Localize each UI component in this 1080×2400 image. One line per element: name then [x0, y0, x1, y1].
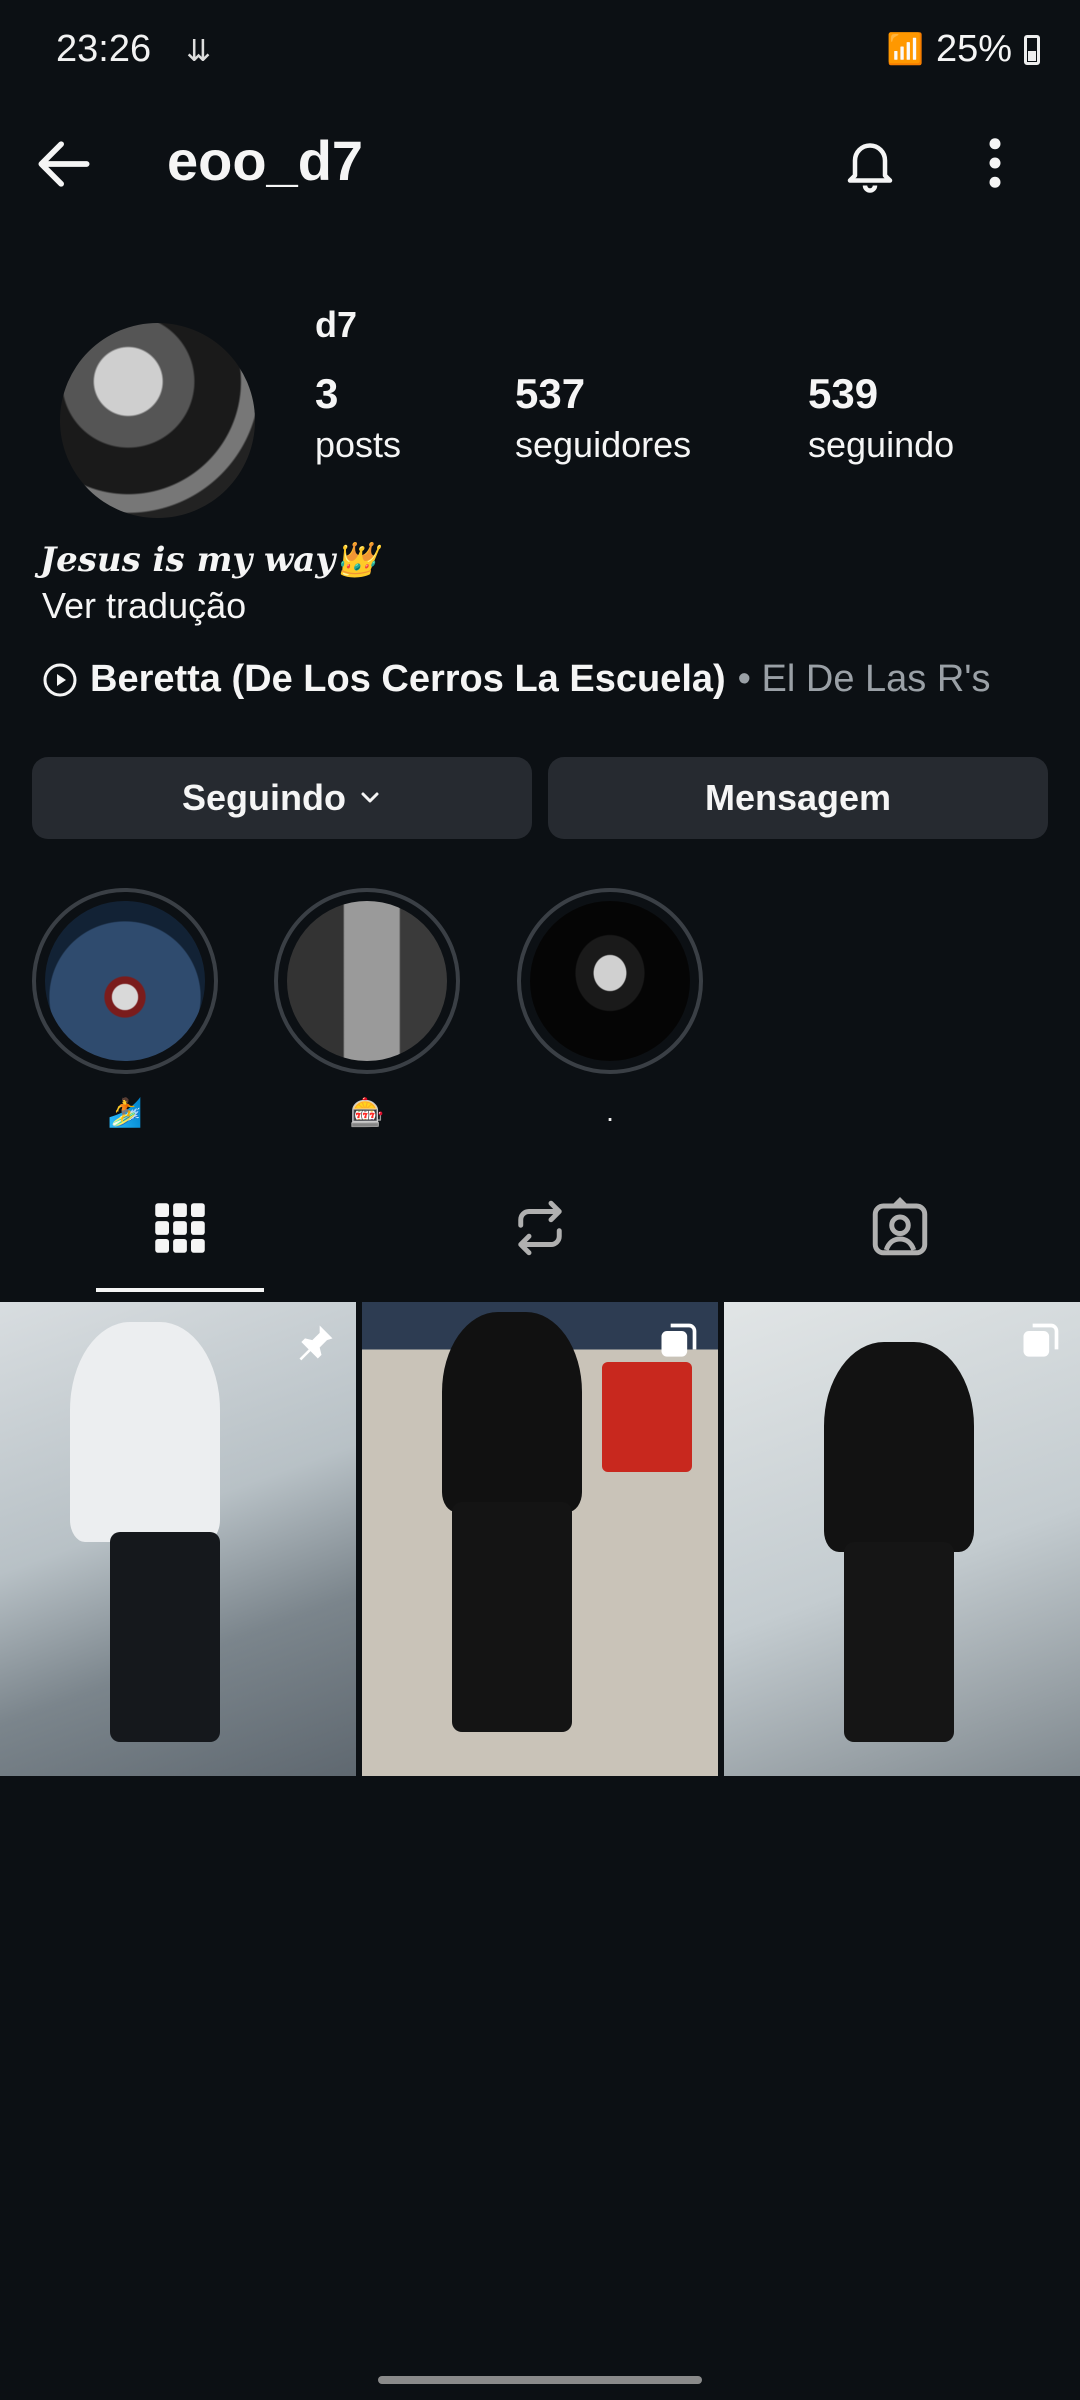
active-tab-indicator	[96, 1288, 264, 1292]
post-figure	[442, 1312, 582, 1512]
highlight-cover	[45, 901, 205, 1061]
chevron-down-icon	[361, 792, 379, 803]
reposts-icon[interactable]	[507, 1195, 573, 1261]
battery-icon	[1024, 34, 1040, 65]
story-highlight[interactable]: 🏄	[30, 888, 220, 1132]
post-thumbnail[interactable]	[0, 1302, 356, 1776]
back-arrow-icon[interactable]	[30, 130, 98, 198]
stat-label: seguindo	[808, 424, 955, 465]
stat-posts[interactable]: 3 posts	[315, 370, 401, 466]
stat-value: 539	[808, 370, 879, 417]
message-label: Mensagem	[704, 777, 892, 818]
story-highlight[interactable]: .	[515, 888, 705, 1132]
display-name: d7	[315, 304, 358, 345]
battery-percentage: 25%	[935, 28, 1012, 70]
highlight-caption: 🏄	[107, 1097, 143, 1128]
see-translation-link[interactable]: Ver tradução	[42, 585, 246, 627]
profile-bio: Jesus is my way👑	[40, 540, 378, 580]
play-icon	[43, 663, 77, 696]
highlight-ring	[274, 888, 460, 1074]
carousel-icon	[661, 1323, 697, 1357]
pin-icon	[299, 1325, 333, 1361]
highlight-cover	[530, 901, 690, 1061]
notification-bell-icon[interactable]	[840, 130, 900, 196]
post-thumbnail[interactable]	[724, 1302, 1080, 1776]
stat-label: posts	[315, 424, 402, 465]
highlight-ring	[32, 888, 218, 1074]
profile-avatar[interactable]	[60, 323, 255, 518]
grid-icon[interactable]	[147, 1195, 213, 1261]
carousel-icon	[1023, 1323, 1059, 1357]
tagged-icon[interactable]	[867, 1195, 933, 1261]
stat-value: 3	[315, 370, 339, 417]
music-artist: • El De Las R's	[737, 658, 991, 700]
stat-followers[interactable]: 537 seguidores	[515, 370, 691, 466]
following-button[interactable]: Seguindo	[32, 757, 532, 839]
profile-username: eoo_d7	[167, 129, 364, 192]
status-right: 📶 25%	[887, 28, 1040, 71]
highlight-caption: 🎰	[349, 1097, 385, 1128]
message-button[interactable]: Mensagem	[548, 757, 1048, 839]
stat-value: 537	[515, 370, 586, 417]
profile-music[interactable]: Beretta (De Los Cerros La Escuela) • El …	[42, 658, 991, 701]
post-figure	[452, 1502, 572, 1732]
post-thumbnail[interactable]	[362, 1302, 718, 1776]
download-indicator-icon: ⇊	[186, 35, 211, 68]
post-figure	[110, 1532, 220, 1742]
post-figure	[824, 1342, 974, 1552]
wifi-icon: 📶	[886, 33, 924, 66]
status-time: 23:26	[56, 28, 152, 70]
highlight-ring	[517, 888, 703, 1074]
highlight-caption: .	[606, 1096, 614, 1127]
following-label: Seguindo	[182, 777, 346, 818]
highlight-cover	[287, 901, 447, 1061]
post-figure	[70, 1322, 220, 1542]
music-song: Beretta (De Los Cerros La Escuela)	[90, 658, 726, 700]
shoebox	[602, 1362, 692, 1472]
more-options-icon[interactable]	[980, 130, 1010, 196]
stat-label: seguidores	[515, 424, 692, 465]
home-gesture-bar[interactable]	[378, 2376, 702, 2384]
story-highlight[interactable]: 🎰	[272, 888, 462, 1132]
post-figure	[844, 1542, 954, 1742]
stat-following[interactable]: 539 seguindo	[808, 370, 954, 466]
